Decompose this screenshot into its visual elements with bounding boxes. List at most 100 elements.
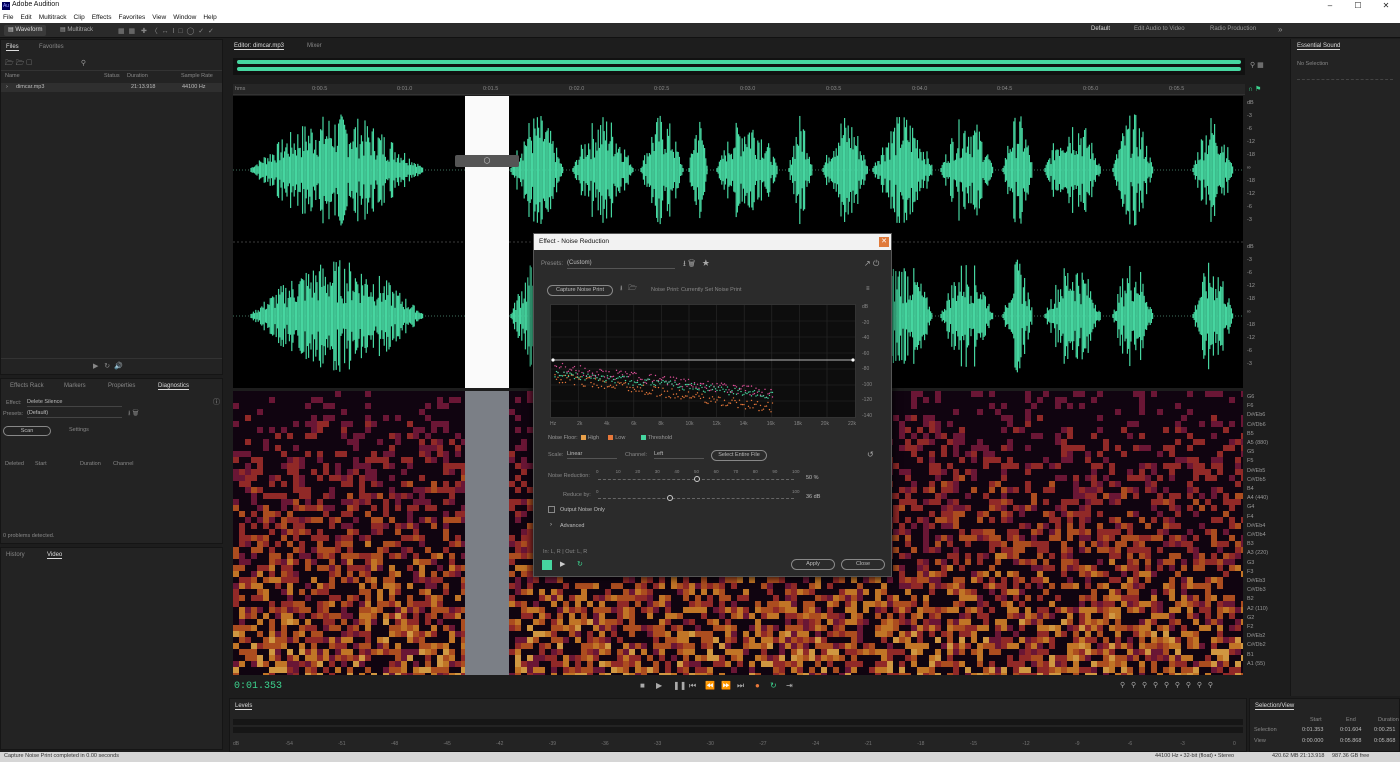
col-name[interactable]: Name [5, 73, 20, 79]
reduce-by-slider-thumb[interactable] [666, 495, 673, 501]
snap-icon[interactable]: ∩ [1248, 86, 1253, 93]
zoom-full-icon[interactable]: ⚲ [1164, 682, 1169, 689]
zoom-out-time-icon[interactable]: ⚲ [1153, 682, 1158, 689]
workspace-radio-production[interactable]: Radio Production [1210, 26, 1256, 32]
current-time[interactable]: 0:01.353 [234, 681, 282, 692]
go-start-icon[interactable]: ⏮ [689, 681, 696, 691]
go-end-icon[interactable]: ⏭ [737, 681, 744, 691]
reset-icon[interactable]: ↺ [867, 450, 874, 459]
view-start[interactable]: 0:00.000 [1302, 738, 1323, 744]
power-toggle-icon[interactable] [542, 560, 552, 570]
insert-icon[interactable]: ▢ [26, 60, 32, 67]
menu-window[interactable]: Window [173, 12, 196, 23]
selection-duration[interactable]: 0:00.251 [1374, 727, 1395, 733]
lasso-icon[interactable]: ◯ [187, 28, 195, 35]
rewind-icon[interactable]: ⏪ [705, 681, 715, 690]
view-end[interactable]: 0:05.868 [1340, 738, 1361, 744]
overview-bar[interactable] [233, 58, 1245, 75]
tab-effects-rack[interactable]: Effects Rack [10, 383, 44, 389]
pause-icon[interactable]: ❚❚ [673, 681, 686, 690]
power-icon[interactable]: ⏻ [873, 259, 879, 268]
reduce-by-value[interactable]: 36 dB [806, 494, 820, 500]
tab-mixer[interactable]: Mixer [307, 43, 322, 49]
zoom-left-icon[interactable]: ⚲ [1208, 682, 1213, 689]
noise-print-graph[interactable] [550, 304, 856, 418]
close-button[interactable]: Close [841, 559, 885, 570]
scan-button[interactable]: Scan [3, 426, 51, 436]
presets-select[interactable]: (Custom) [567, 260, 675, 269]
preview-play-icon[interactable]: ▶ [560, 560, 565, 568]
menu-file[interactable]: File [3, 12, 13, 23]
menu-view[interactable]: View [152, 12, 166, 23]
delete-preset-icon[interactable]: 🗑 [688, 259, 695, 268]
selection-end[interactable]: 0:01.604 [1340, 727, 1361, 733]
noise-reduction-value[interactable]: 50 % [806, 475, 819, 481]
tab-diagnostics[interactable]: Diagnostics [158, 383, 190, 390]
save-preset-icon[interactable]: ⭳ [683, 259, 686, 268]
multitrack-mode-button[interactable]: ▤ Multitrack [56, 25, 97, 36]
fast-forward-icon[interactable]: ⏩ [721, 681, 731, 690]
menu-clip[interactable]: Clip [74, 12, 85, 23]
col-status[interactable]: Status [104, 73, 120, 79]
loop-icon[interactable]: ↻ [770, 681, 777, 690]
col-sample-rate[interactable]: Sample Rate [181, 73, 213, 79]
tab-properties[interactable]: Properties [108, 383, 135, 389]
workspace-edit-audio-to-video[interactable]: Edit Audio to Video [1134, 26, 1185, 32]
zoom-in-time-icon[interactable]: ⚲ [1142, 682, 1147, 689]
essential-sound-title[interactable]: Essential Sound [1297, 43, 1341, 50]
open-file-icon[interactable]: 🗁 [5, 60, 14, 67]
selection-start[interactable]: 0:01.353 [1302, 727, 1323, 733]
advanced-chevron-icon[interactable]: › [550, 522, 552, 528]
reduce-by-track[interactable] [598, 498, 794, 499]
menu-edit[interactable]: Edit [20, 12, 31, 23]
loop-preview-icon[interactable]: ↻ [577, 560, 583, 568]
scale-select[interactable]: Linear [567, 451, 617, 459]
import-icon[interactable]: 🗁 [16, 60, 25, 67]
load-noise-print-icon[interactable]: 🗁 [628, 285, 637, 292]
hud-volume-knob[interactable]: ◯ [455, 155, 519, 167]
brush-icon[interactable]: ✓ [198, 28, 204, 35]
menu-multitrack[interactable]: Multitrack [39, 12, 67, 23]
favorite-star-icon[interactable]: ★ [702, 259, 710, 268]
zoom-out-point-icon[interactable]: ⚲ [1186, 682, 1191, 689]
zoom-out-amplitude-icon[interactable]: ⚲ [1131, 682, 1136, 689]
col-duration[interactable]: Duration [127, 73, 148, 79]
time-selection[interactable] [465, 96, 509, 388]
menu-help[interactable]: Help [203, 12, 216, 23]
tab-video[interactable]: Video [47, 552, 63, 559]
record-icon[interactable]: ● [755, 681, 760, 690]
tab-editor[interactable]: Editor: dimcar.mp3 [234, 43, 285, 50]
play-icon[interactable]: ▶ [93, 363, 98, 370]
effect-select[interactable]: Delete Silence [27, 399, 122, 407]
spectral-selection[interactable] [465, 391, 509, 675]
loop-icon[interactable]: ↻ [104, 363, 110, 370]
zoom-out-full-icon[interactable]: ⚲ [1250, 62, 1255, 69]
advanced-toggle[interactable]: Advanced [560, 523, 584, 529]
spot-heal-icon[interactable]: ✓ [208, 28, 214, 35]
play-icon[interactable]: ▶ [656, 681, 662, 690]
time-selection-icon[interactable]: I [173, 28, 175, 35]
file-row[interactable]: › dimcar.mp3 21:13.918 44100 Hz [1, 83, 222, 92]
waveform-mode-button[interactable]: ▤ Waveform [4, 25, 47, 36]
tab-favorites[interactable]: Favorites [39, 44, 64, 50]
graph-options-icon[interactable]: ≡ [866, 286, 870, 292]
marquee-icon[interactable]: □ [178, 28, 182, 35]
move-icon[interactable]: ✚ [141, 28, 147, 35]
close-window-button[interactable]: ✕ [1372, 0, 1400, 12]
tab-markers[interactable]: Markers [64, 383, 86, 389]
stop-icon[interactable]: ■ [640, 681, 645, 690]
minimize-button[interactable]: – [1316, 0, 1344, 12]
overview-settings-icon[interactable]: ▦ [1257, 62, 1264, 69]
workspace-default[interactable]: Default [1091, 26, 1110, 32]
search-icon[interactable]: ⚲ [81, 60, 86, 67]
select-entire-file-button[interactable]: Select Entire File [711, 450, 767, 461]
info-icon[interactable]: ⓘ [213, 397, 220, 407]
pitch-icon[interactable]: ▦ [129, 28, 136, 35]
slip-icon[interactable]: ↔ [162, 28, 169, 35]
skip-icon[interactable]: ⇥ [786, 681, 793, 690]
capture-noise-print-button[interactable]: Capture Noise Print [547, 285, 613, 296]
more-workspaces-icon[interactable]: » [1278, 25, 1282, 34]
tab-files[interactable]: Files [6, 44, 19, 51]
time-ruler[interactable]: hms 0:00.5 0:01.0 0:01.5 0:02.0 0:02.5 0… [233, 84, 1245, 95]
presets-select[interactable]: (Default) [27, 410, 122, 418]
